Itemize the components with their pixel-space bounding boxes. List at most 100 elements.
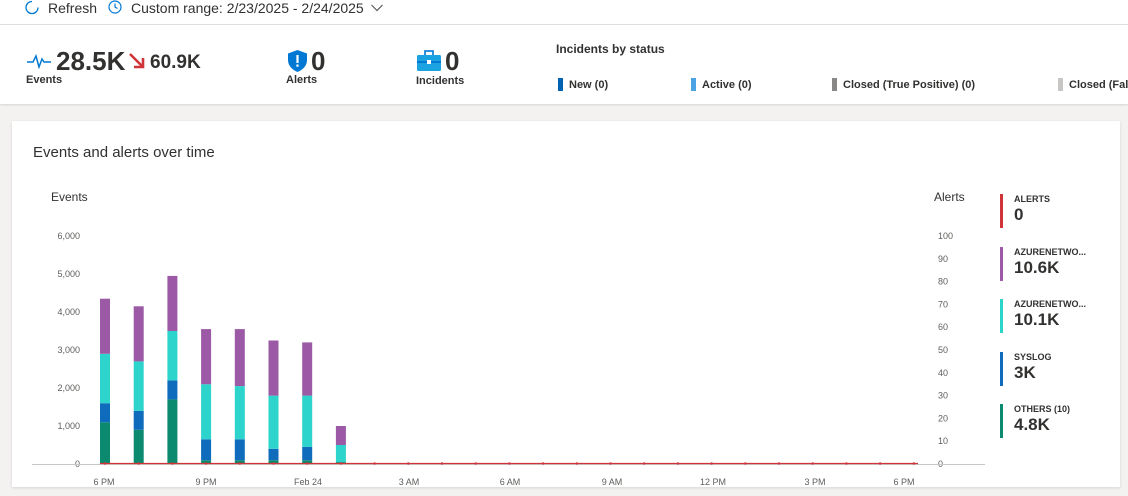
y-right-tick-label: 100 bbox=[938, 231, 953, 241]
y-right-tick-label: 80 bbox=[938, 277, 948, 287]
y-left-tick-label: 1,000 bbox=[57, 421, 80, 431]
events-count: 28.5K bbox=[56, 46, 126, 76]
bar-azurenetwo--2 bbox=[167, 331, 178, 381]
alerts-point bbox=[440, 462, 444, 465]
x-tick-label: 3 AM bbox=[399, 477, 420, 487]
bar-syslog-1 bbox=[133, 410, 144, 430]
alerts-point bbox=[373, 462, 376, 465]
alerts-point bbox=[339, 462, 343, 465]
x-tick-label: Feb 24 bbox=[294, 477, 322, 487]
bar-azurenetwo--1 bbox=[133, 306, 144, 362]
y-left-tick-label: 6,000 bbox=[57, 231, 80, 241]
alerts-point bbox=[137, 462, 140, 465]
bar-syslog-2 bbox=[167, 380, 178, 400]
alerts-point bbox=[710, 462, 713, 465]
alerts-point bbox=[272, 462, 275, 465]
alerts-point bbox=[777, 462, 781, 465]
alerts-point bbox=[676, 462, 680, 465]
legend-swatch bbox=[1000, 299, 1003, 333]
bar-syslog-3 bbox=[201, 439, 212, 461]
status-closed-fp-swatch bbox=[1058, 78, 1063, 91]
bar-azurenetwo--4 bbox=[234, 329, 245, 387]
legend-swatch bbox=[1000, 352, 1003, 386]
alerts-label: Alerts bbox=[286, 74, 318, 86]
y-left-tick-label: 5,000 bbox=[57, 269, 80, 279]
y-left-tick-label: 2,000 bbox=[57, 383, 80, 393]
bar-azurenetwo--6 bbox=[302, 395, 313, 447]
legend-value: 10.1K bbox=[1014, 310, 1060, 329]
bar-azurenetwo--3 bbox=[201, 384, 212, 440]
bar-azurenetwo--6 bbox=[302, 342, 313, 396]
y-left-tick-label: 4,000 bbox=[57, 307, 80, 317]
time-range-picker[interactable]: Custom range: 2/23/2025 - 2/24/2025 bbox=[107, 0, 384, 16]
status-closed-true-positive[interactable]: Closed (True Positive) (0) bbox=[832, 78, 975, 91]
bar-azurenetwo--3 bbox=[201, 329, 212, 385]
status-active-label: Active (0) bbox=[702, 78, 752, 91]
x-tick-label: 6 AM bbox=[500, 477, 521, 487]
summary-panel: 28.5K 60.9K Events 0 Alerts 0 Incidents … bbox=[0, 25, 1128, 104]
legend-swatch bbox=[1000, 194, 1003, 228]
alerts-point bbox=[204, 462, 208, 465]
command-bar: Refresh Custom range: 2/23/2025 - 2/24/2… bbox=[0, 0, 1128, 25]
status-closed-false-positive[interactable]: Closed (Fal bbox=[1058, 78, 1128, 91]
y-right-tick-label: 40 bbox=[938, 368, 948, 378]
bar-syslog-5 bbox=[268, 448, 279, 461]
bar-others-10--0 bbox=[100, 422, 110, 464]
y-right-tick-label: 70 bbox=[938, 299, 948, 309]
status-new-label: New (0) bbox=[569, 78, 609, 91]
events-alerts-chart[interactable]: 01,0002,0003,0004,0005,0006,000010203040… bbox=[12, 121, 992, 487]
x-tick-label: 12 PM bbox=[700, 477, 726, 487]
status-active[interactable]: Active (0) bbox=[691, 78, 752, 91]
bar-azurenetwo--4 bbox=[234, 386, 245, 440]
legend-value: 10.6K bbox=[1014, 258, 1060, 277]
x-tick-label: 6 PM bbox=[93, 477, 114, 487]
alerts-point bbox=[541, 462, 545, 465]
alerts-point bbox=[878, 462, 882, 465]
legend-name: ALERTS bbox=[1014, 194, 1050, 204]
x-tick-label: 9 PM bbox=[195, 477, 216, 487]
refresh-icon bbox=[25, 0, 39, 15]
alerts-point bbox=[306, 462, 309, 465]
pulse-icon bbox=[27, 53, 51, 69]
status-closed-tp-label: Closed (True Positive) (0) bbox=[843, 78, 976, 91]
alerts-count: 0 bbox=[311, 46, 326, 76]
refresh-label: Refresh bbox=[48, 0, 98, 16]
alerts-point bbox=[575, 462, 578, 465]
bar-azurenetwo--7 bbox=[335, 426, 346, 445]
bar-azurenetwo--0 bbox=[100, 298, 110, 354]
bar-azurenetwo--0 bbox=[100, 353, 110, 404]
x-tick-label: 6 PM bbox=[893, 477, 914, 487]
time-range-label: Custom range: 2/23/2025 - 2/24/2025 bbox=[131, 0, 364, 16]
status-new[interactable]: New (0) bbox=[558, 78, 608, 91]
alerts-point bbox=[643, 462, 646, 465]
alerts-point bbox=[238, 462, 241, 465]
y-right-tick-label: 10 bbox=[938, 436, 948, 446]
alerts-point bbox=[845, 462, 848, 465]
bar-syslog-4 bbox=[234, 439, 245, 461]
clock-icon bbox=[108, 0, 122, 14]
bar-azurenetwo--7 bbox=[335, 445, 346, 463]
bar-azurenetwo--5 bbox=[268, 395, 279, 449]
bar-others-10--2 bbox=[167, 399, 178, 464]
bar-syslog-0 bbox=[100, 403, 110, 423]
incidents-by-status-title: Incidents by status bbox=[556, 42, 665, 56]
shield-icon bbox=[288, 50, 307, 72]
alerts-point bbox=[912, 462, 915, 465]
alerts-point bbox=[103, 462, 107, 465]
bar-azurenetwo--5 bbox=[268, 340, 279, 396]
incidents-count: 0 bbox=[445, 46, 460, 76]
chevron-down-icon bbox=[370, 4, 383, 12]
refresh-button[interactable]: Refresh bbox=[24, 0, 97, 16]
alerts-point bbox=[744, 462, 747, 465]
alerts-point bbox=[474, 462, 477, 465]
events-alerts-card: Events and alerts over time Events Alert… bbox=[12, 121, 1120, 487]
y-right-tick-label: 20 bbox=[938, 413, 948, 423]
legend-value: 4.8K bbox=[1014, 415, 1050, 434]
y-left-tick-label: 3,000 bbox=[57, 345, 80, 355]
y-right-tick-label: 60 bbox=[938, 322, 948, 332]
legend-swatch bbox=[1000, 247, 1003, 281]
status-closed-tp-swatch bbox=[832, 78, 837, 91]
legend-swatch bbox=[1000, 404, 1003, 438]
bar-syslog-6 bbox=[302, 446, 313, 461]
alerts-point bbox=[171, 462, 174, 465]
